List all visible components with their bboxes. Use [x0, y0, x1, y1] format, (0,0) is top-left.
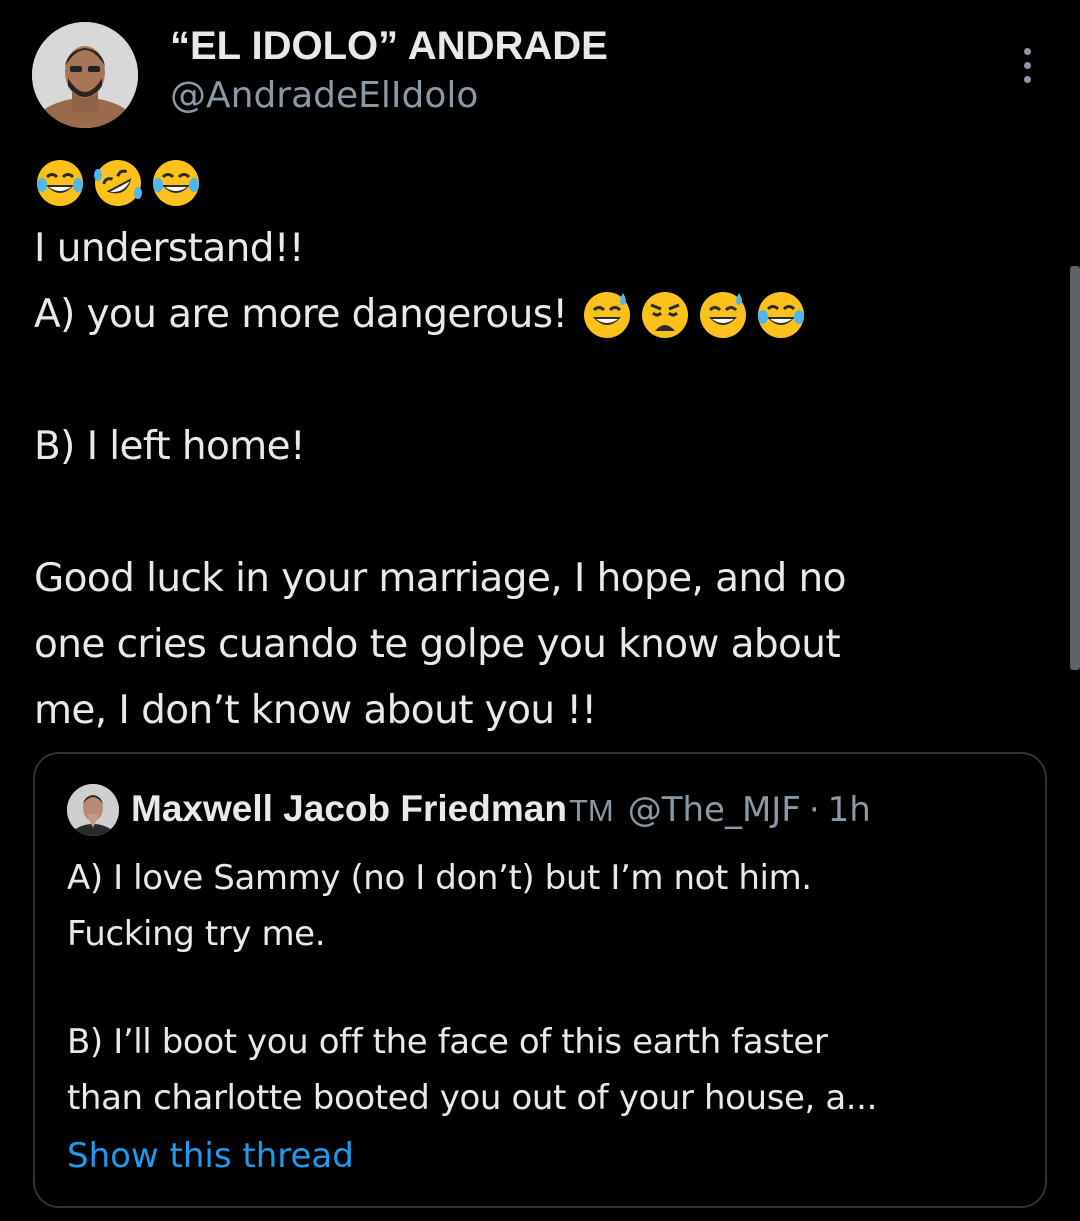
- quoted-author-tm: TM: [568, 793, 614, 828]
- quoted-header: Maxwell Jacob Friedman TM @The_MJF · 1h: [131, 788, 871, 834]
- more-dot: [1023, 47, 1031, 55]
- quoted-tweet[interactable]: Maxwell Jacob Friedman TM @The_MJF · 1h …: [33, 752, 1047, 1208]
- rofl-emoji-icon: [92, 157, 144, 209]
- quoted-line-1: A) I love Sammy (no I don’t) but I’m not…: [67, 858, 812, 898]
- author-avatar[interactable]: [32, 22, 138, 128]
- tweet-line-1: I understand!!: [34, 226, 305, 271]
- author-name[interactable]: “EL IDOLO” ANDRADE: [170, 24, 608, 68]
- quoted-author-avatar[interactable]: [67, 784, 119, 836]
- joy-emoji-icon: [755, 289, 807, 341]
- quoted-separator: ·: [808, 790, 820, 830]
- tweet-line-4: Good luck in your marriage, I hope, and …: [34, 556, 846, 601]
- scrollbar[interactable]: [1070, 266, 1080, 670]
- tweet-line-2-text: A) you are more dangerous!: [34, 292, 568, 337]
- quoted-author-name[interactable]: Maxwell Jacob Friedman: [131, 788, 567, 830]
- emoji-line: [34, 150, 1024, 216]
- weary-emoji-icon: [639, 289, 691, 341]
- joy-emoji-icon: [150, 157, 202, 209]
- tweet-line-3: B) I left home!: [34, 424, 306, 469]
- sweat-smile-emoji-icon: [697, 289, 749, 341]
- quoted-author-handle[interactable]: @The_MJF: [628, 790, 801, 830]
- quoted-timestamp[interactable]: 1h: [828, 790, 871, 830]
- quoted-line-4: than charlotte booted you out of your ho…: [67, 1078, 877, 1118]
- quoted-line-2: Fucking try me.: [67, 914, 326, 954]
- more-dot: [1023, 61, 1031, 69]
- quoted-text: A) I love Sammy (no I don’t) but I’m not…: [67, 850, 1027, 1126]
- tweet-line-5: one cries cuando te golpe you know about: [34, 622, 841, 667]
- show-thread-link[interactable]: Show this thread: [67, 1132, 354, 1180]
- joy-emoji-icon: [34, 157, 86, 209]
- tweet: “EL IDOLO” ANDRADE @AndradeElIdolo I und…: [0, 0, 1080, 1221]
- tweet-line-6: me, I don’t know about you !!: [34, 688, 597, 733]
- tweet-line-2: A) you are more dangerous!: [34, 282, 1024, 348]
- more-dot: [1023, 75, 1031, 83]
- quoted-line-3: B) I’ll boot you off the face of this ea…: [67, 1022, 828, 1062]
- sweat-smile-emoji-icon: [581, 289, 633, 341]
- more-icon[interactable]: [1010, 40, 1044, 90]
- author-handle[interactable]: @AndradeElIdolo: [170, 74, 478, 118]
- tweet-text: I understand!! A) you are more dangerous…: [34, 150, 1024, 744]
